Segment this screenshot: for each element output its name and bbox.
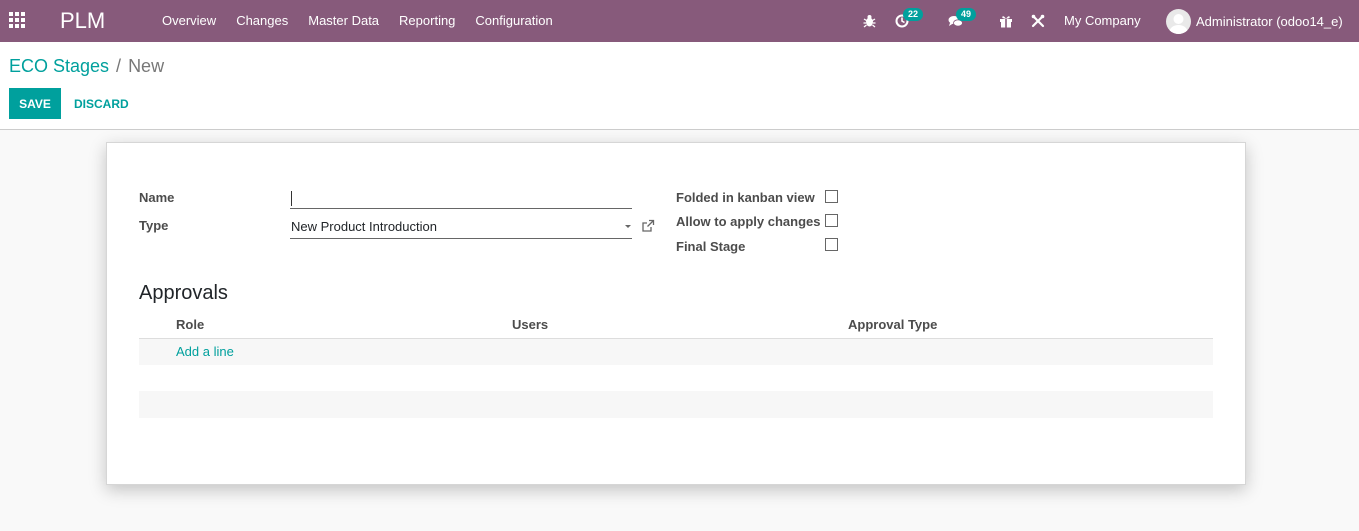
menu-master-data[interactable]: Master Data [298,0,389,42]
user-menu[interactable]: Administrator (odoo14_e) [1166,0,1343,42]
app-brand[interactable]: PLM [60,8,105,34]
menu-changes[interactable]: Changes [226,0,298,42]
folded-kanban-label: Folded in kanban view [676,190,815,205]
approvals-table-header: Role Users Approval Type [139,313,1213,339]
folded-kanban-checkbox[interactable] [825,190,838,203]
gift-icon[interactable] [998,11,1013,31]
external-link-icon[interactable] [641,219,655,233]
text-cursor [291,191,292,206]
caret-down-icon [625,225,631,228]
menu-overview[interactable]: Overview [152,0,226,42]
final-stage-checkbox[interactable] [825,238,838,251]
type-value: New Product Introduction [291,219,437,234]
main-menu: Overview Changes Master Data Reporting C… [152,0,563,42]
avatar [1166,8,1191,34]
save-button[interactable]: SAVE [9,88,61,119]
column-users[interactable]: Users [512,317,548,332]
discard-button[interactable]: DISCARD [66,88,137,119]
name-input[interactable] [290,187,632,209]
clock-icon[interactable]: 22 [894,8,924,31]
type-label: Type [139,218,169,233]
control-panel: ECO Stages / New SAVE DISCARD [0,42,1359,130]
breadcrumb: ECO Stages / New [9,56,164,77]
table-row: Add a line [139,339,1213,365]
menu-reporting[interactable]: Reporting [389,0,465,42]
activity-count-badge: 22 [903,8,924,21]
allow-apply-changes-checkbox[interactable] [825,214,838,227]
allow-apply-changes-label: Allow to apply changes [676,214,821,229]
column-role[interactable]: Role [176,317,204,332]
table-row [139,391,1213,418]
user-name: Administrator (odoo14_e) [1196,13,1343,29]
bug-icon[interactable] [862,11,876,31]
approvals-title: Approvals [139,282,228,304]
type-select[interactable]: New Product Introduction [290,215,632,239]
apps-grid-icon[interactable] [9,12,27,28]
column-approval-type[interactable]: Approval Type [848,317,937,332]
menu-configuration[interactable]: Configuration [465,0,562,42]
tools-icon[interactable] [1030,11,1045,31]
breadcrumb-separator: / [116,56,122,76]
top-navbar: PLM Overview Changes Master Data Reporti… [0,0,1359,42]
final-stage-label: Final Stage [676,239,746,254]
form-sheet: Name Type New Product Introduction Folde… [106,142,1246,485]
breadcrumb-current: New [128,56,165,76]
chat-icon[interactable]: 49 [947,8,977,31]
messages-count-badge: 49 [956,8,977,21]
name-label: Name [139,190,175,205]
company-switcher[interactable]: My Company [1064,0,1141,42]
add-a-line-link[interactable]: Add a line [176,344,234,359]
breadcrumb-eco-stages[interactable]: ECO Stages [9,56,109,77]
